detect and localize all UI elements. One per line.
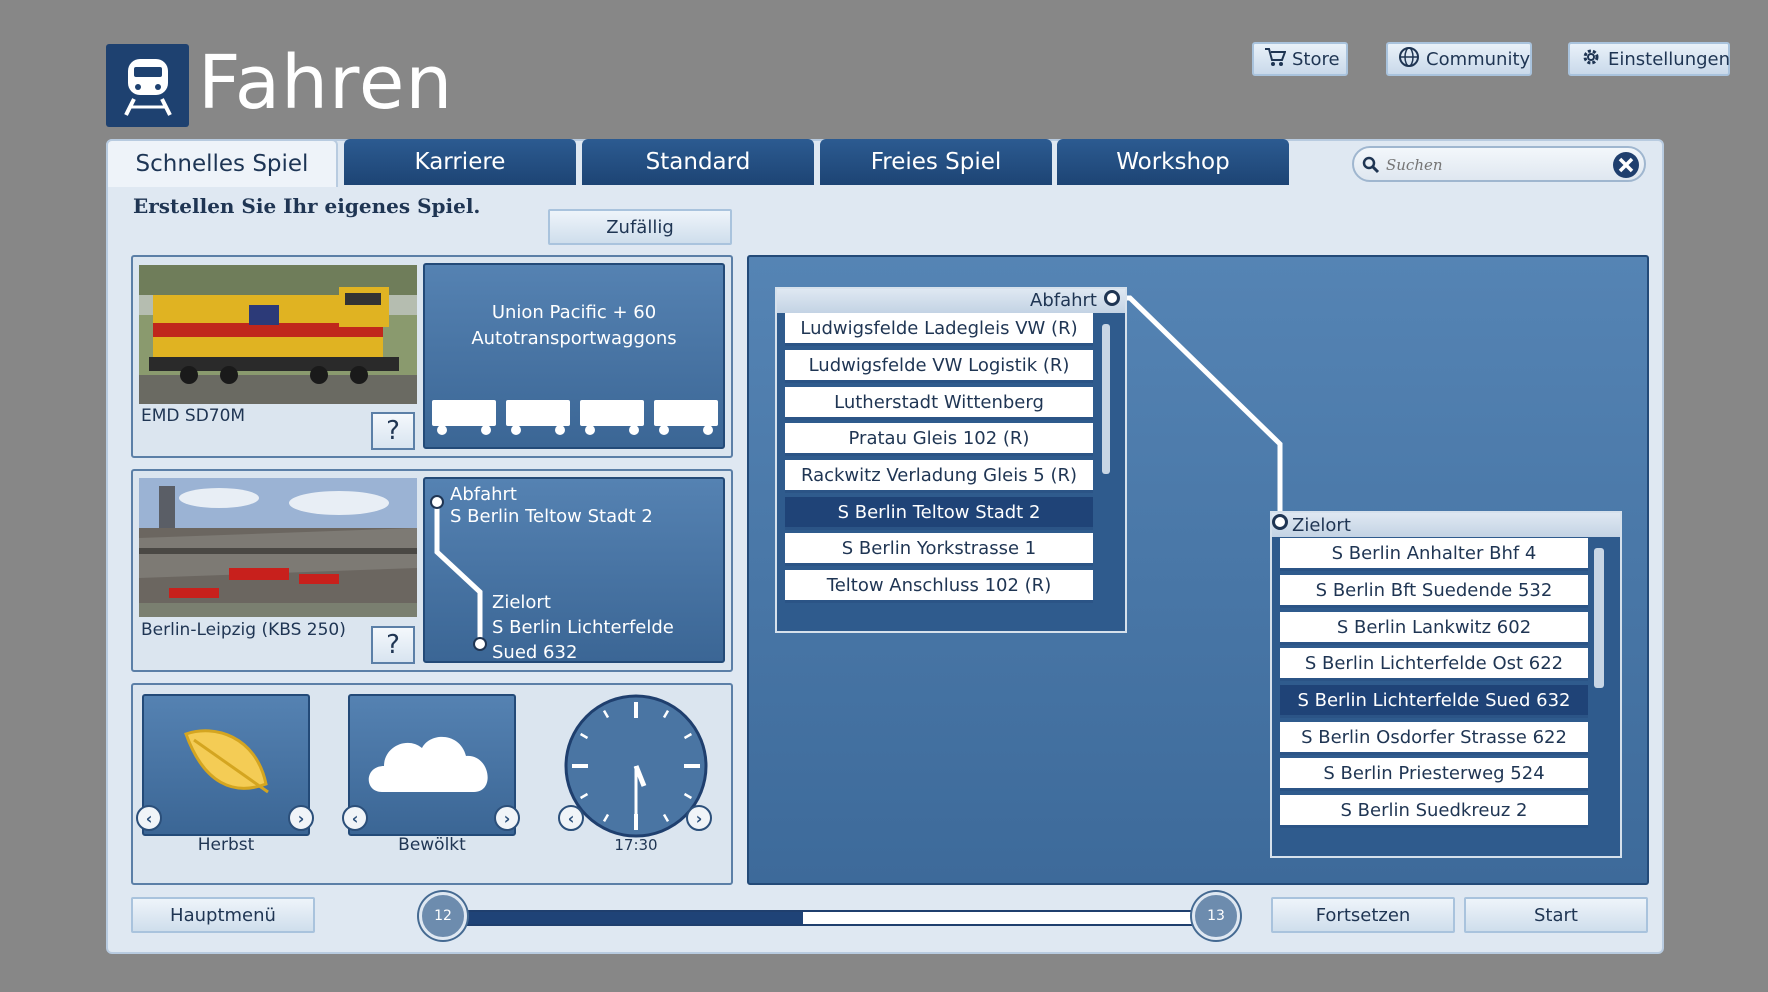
level-progress-bar (462, 910, 1202, 926)
list-item-selected[interactable]: S Berlin Teltow Stadt 2 (785, 497, 1093, 530)
wagons-icon (430, 398, 720, 440)
tab-standard[interactable]: Standard (582, 139, 814, 185)
departure-list: Ludwigsfelde Ladegleis VW (R) Ludwigsfel… (785, 313, 1093, 613)
destination-scroll-thumb[interactable] (1594, 548, 1604, 688)
globe-icon (1398, 46, 1420, 73)
continue-button[interactable]: Fortsetzen (1271, 897, 1455, 933)
cart-icon (1264, 47, 1287, 72)
list-item[interactable]: Teltow Anschluss 102 (R) (785, 570, 1093, 603)
list-item[interactable]: S Berlin Osdorfer Strasse 622 (1280, 722, 1588, 755)
list-item-selected[interactable]: S Berlin Lichterfelde Sued 632 (1280, 685, 1588, 718)
tab-workshop[interactable]: Workshop (1057, 139, 1289, 185)
list-item[interactable]: S Berlin Bft Suedende 532 (1280, 575, 1588, 608)
cloud-icon (368, 736, 488, 792)
departure-scroll-thumb[interactable] (1102, 324, 1110, 474)
season-next-button[interactable]: › (288, 805, 314, 831)
store-button[interactable]: Store (1252, 42, 1348, 76)
locomotive-image[interactable] (139, 265, 417, 404)
list-item[interactable]: S Berlin Priesterweg 524 (1280, 758, 1588, 791)
list-item[interactable]: Pratau Gleis 102 (R) (785, 423, 1093, 456)
weather-next-button[interactable]: › (494, 805, 520, 831)
settings-label: Einstellungen (1608, 48, 1731, 70)
store-label: Store (1292, 48, 1340, 70)
list-item[interactable]: S Berlin Lichterfelde Ost 622 (1280, 648, 1588, 681)
departure-scrollbar[interactable] (1100, 318, 1112, 614)
destination-scrollbar[interactable] (1592, 544, 1606, 840)
route-help-button[interactable]: ? (371, 626, 415, 664)
list-item[interactable]: S Berlin Lankwitz 602 (1280, 612, 1588, 645)
route-departure-value: S Berlin Teltow Stadt 2 (450, 506, 653, 527)
start-button[interactable]: Start (1464, 897, 1648, 933)
clear-search-icon[interactable] (1612, 151, 1640, 183)
connector-line (1110, 290, 1290, 534)
season-prev-button[interactable]: ‹ (136, 805, 162, 831)
settings-button[interactable]: Einstellungen (1568, 42, 1730, 76)
season-box[interactable] (142, 694, 310, 836)
time-next-button[interactable]: › (686, 805, 712, 831)
main-menu-button[interactable]: Hauptmenü (131, 897, 315, 933)
departure-header-label: Abfahrt (1030, 290, 1097, 311)
departure-node (1104, 290, 1120, 306)
route-departure-label: Abfahrt (450, 484, 517, 505)
destination-node (1272, 514, 1288, 530)
list-item[interactable]: S Berlin Suedkreuz 2 (1280, 795, 1588, 828)
locomotive-name: EMD SD70M (141, 406, 246, 426)
season-label: Herbst (197, 835, 255, 855)
departure-list-header: Abfahrt (777, 289, 1125, 313)
leaf-icon (184, 729, 269, 794)
community-button[interactable]: Community (1386, 42, 1532, 76)
gear-icon (1580, 46, 1602, 73)
search-icon (1362, 156, 1380, 178)
route-destination-label: Zielort (492, 592, 551, 613)
community-label: Community (1426, 48, 1531, 70)
subtitle: Erstellen Sie Ihr eigenes Spiel. (133, 194, 481, 218)
list-item[interactable]: S Berlin Yorkstrasse 1 (785, 533, 1093, 566)
list-item[interactable]: Ludwigsfelde VW Logistik (R) (785, 350, 1093, 383)
locomotive-help-button[interactable]: ? (371, 412, 415, 450)
tab-schnelles-spiel[interactable]: Schnelles Spiel (106, 139, 338, 187)
route-image[interactable] (139, 478, 417, 617)
consist-label: Union Pacific + 60 Autotransportwaggons (471, 302, 677, 349)
list-item[interactable]: S Berlin Anhalter Bhf 4 (1280, 538, 1588, 571)
destination-header-label: Zielort (1292, 515, 1351, 536)
weather-box[interactable] (348, 694, 516, 836)
list-item[interactable]: Lutherstadt Wittenberg (785, 387, 1093, 420)
tab-freies-spiel[interactable]: Freies Spiel (820, 139, 1052, 185)
route-name: Berlin-Leipzig (KBS 250) (141, 620, 346, 640)
time-label: 17:30 (614, 836, 658, 854)
tab-karriere[interactable]: Karriere (344, 139, 576, 185)
destination-list-header: Zielort (1272, 513, 1620, 537)
random-button[interactable]: Zufällig (548, 209, 732, 245)
list-item[interactable]: Rackwitz Verladung Gleis 5 (R) (785, 460, 1093, 493)
weather-prev-button[interactable]: ‹ (342, 805, 368, 831)
page-title: Fahren (198, 40, 454, 126)
search-input[interactable] (1384, 152, 1608, 178)
level-progress-fill (464, 912, 803, 924)
level-end-badge: 13 (1192, 892, 1240, 940)
weather-label: Bewölkt (398, 835, 466, 855)
time-prev-button[interactable]: ‹ (558, 805, 584, 831)
search-box (1352, 146, 1646, 182)
route-destination-value: S Berlin Lichterfelde Sued 632 (492, 617, 674, 663)
train-logo-icon (106, 44, 189, 127)
destination-list: S Berlin Anhalter Bhf 4 S Berlin Bft Sue… (1280, 538, 1588, 838)
list-item[interactable]: Ludwigsfelde Ladegleis VW (R) (785, 313, 1093, 346)
level-start-badge: 12 (419, 892, 467, 940)
